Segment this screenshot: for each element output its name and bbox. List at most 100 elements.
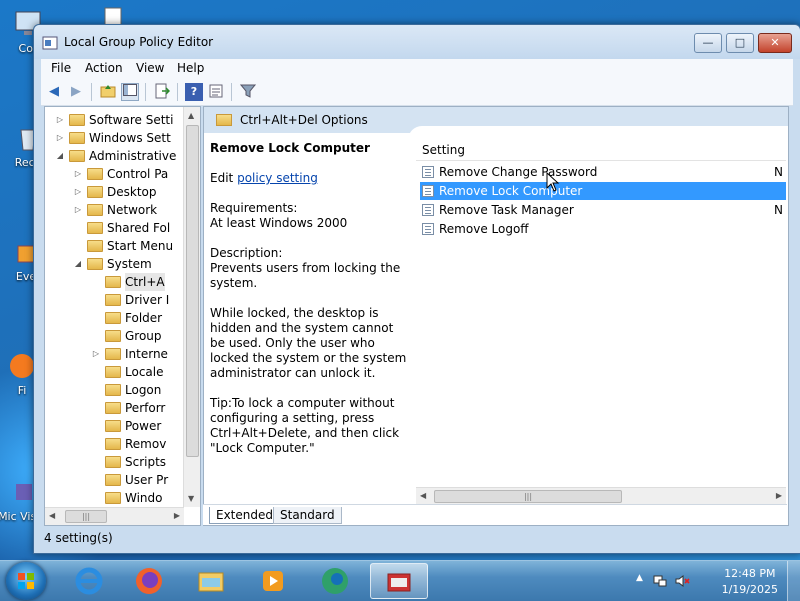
- menu-action[interactable]: Action: [85, 61, 123, 75]
- windows-logo-icon: [18, 573, 34, 589]
- policy-tree[interactable]: ▷ Software Setti ▷ Windows Sett ◢ Administrat…: [44, 106, 201, 526]
- view-tabs: Extended Standard: [203, 504, 787, 525]
- back-icon[interactable]: ◀: [45, 83, 63, 101]
- forward-icon[interactable]: ▶: [67, 83, 85, 101]
- taskbar-firefox[interactable]: [124, 563, 174, 599]
- taskbar-edge[interactable]: [310, 563, 360, 599]
- folder-icon: [105, 438, 121, 450]
- edge-icon: [322, 568, 348, 594]
- taskbar-internet-explorer[interactable]: [64, 563, 114, 599]
- folder-icon: [105, 330, 121, 342]
- show-desktop-button[interactable]: [787, 561, 800, 601]
- scroll-left-icon[interactable]: ◀: [49, 511, 55, 520]
- column-header-setting[interactable]: Setting: [422, 141, 465, 159]
- taskbar: ▲ 12:48 PM 1/19/2025: [0, 560, 800, 601]
- show-hide-tree-icon[interactable]: [121, 83, 139, 101]
- setting-row[interactable]: Remove Task Manager N: [420, 201, 786, 219]
- taskbar-media-player[interactable]: [248, 563, 298, 599]
- tree-expand-icon[interactable]: ◢: [73, 255, 83, 273]
- folder-icon: [105, 294, 121, 306]
- tree-expand-icon[interactable]: ◢: [55, 147, 65, 165]
- tree-expand-icon[interactable]: ▷: [73, 183, 83, 201]
- menu-bar: File Action View Help: [41, 59, 793, 79]
- network-icon[interactable]: [652, 573, 668, 589]
- scroll-up-icon[interactable]: ▲: [188, 111, 194, 120]
- tree-horizontal-thumb[interactable]: |||: [65, 510, 107, 523]
- tree-item-label: Control Pa: [107, 167, 169, 181]
- scroll-down-icon[interactable]: ▼: [188, 494, 194, 503]
- setting-state: N: [774, 165, 783, 179]
- menu-help[interactable]: Help: [177, 61, 204, 75]
- setting-row[interactable]: Remove Change Password N: [420, 163, 786, 181]
- policy-title: Remove Lock Computer: [210, 141, 370, 155]
- description-panel: Remove Lock Computer Edit policy setting…: [210, 141, 410, 471]
- tree-expand-icon[interactable]: ▷: [73, 201, 83, 219]
- volume-muted-icon[interactable]: [674, 573, 690, 589]
- tree-item-label: Scripts: [125, 455, 167, 469]
- up-folder-icon[interactable]: [99, 83, 117, 101]
- requirements-label: Requirements:: [210, 201, 298, 215]
- tab-standard[interactable]: Standard: [273, 507, 342, 524]
- internet-explorer-icon: [75, 567, 103, 595]
- folder-icon: [105, 402, 121, 414]
- tree-item-label: Network: [107, 203, 158, 217]
- requirements-value: At least Windows 2000: [210, 216, 348, 230]
- tree-expand-icon[interactable]: ▷: [73, 165, 83, 183]
- edit-line: Edit policy setting: [210, 171, 410, 186]
- menu-view[interactable]: View: [136, 61, 164, 75]
- toolbar-separator: [145, 83, 146, 101]
- tree-item-label: Desktop: [107, 185, 157, 199]
- setting-row[interactable]: Remove Lock Computer: [420, 182, 786, 200]
- menu-file[interactable]: File: [51, 61, 71, 75]
- clock[interactable]: 12:48 PM 1/19/2025: [722, 566, 778, 598]
- policy-setting-link[interactable]: policy setting: [237, 171, 318, 185]
- tree-horizontal-scrollbar[interactable]: ◀ ||| ▶: [45, 507, 184, 525]
- tree-expand-icon[interactable]: ▷: [55, 129, 65, 147]
- setting-row[interactable]: Remove Logoff: [420, 220, 786, 238]
- tree-item-label: Group: [125, 329, 162, 343]
- pane-header-curve: [408, 126, 788, 142]
- close-button[interactable]: ✕: [758, 33, 792, 53]
- properties-icon[interactable]: [207, 83, 225, 101]
- scroll-left-icon[interactable]: ◀: [420, 491, 426, 500]
- list-horizontal-scrollbar[interactable]: ◀ ||| ▶: [416, 487, 786, 505]
- requirements: Requirements: At least Windows 2000: [210, 201, 410, 231]
- tree-item-label: Folder: [125, 311, 163, 325]
- taskbar-group-policy-editor[interactable]: [370, 563, 428, 599]
- start-button[interactable]: [6, 562, 46, 600]
- folder-icon: [69, 150, 85, 162]
- policy-setting-icon: [422, 185, 434, 197]
- taskbar-file-explorer[interactable]: [186, 563, 236, 599]
- tree-item-label: Administrative: [89, 149, 177, 163]
- scroll-right-icon[interactable]: ▶: [776, 491, 782, 500]
- list-horizontal-thumb[interactable]: |||: [434, 490, 622, 503]
- setting-state: N: [774, 203, 783, 217]
- scroll-right-icon[interactable]: ▶: [174, 511, 180, 520]
- tree-item-label: Logon: [125, 383, 162, 397]
- tree-expand-icon[interactable]: ▷: [91, 345, 101, 363]
- minimize-button[interactable]: —: [694, 33, 722, 53]
- title-bar[interactable]: Local Group Policy Editor — □ ✕: [34, 25, 800, 59]
- folder-icon: [105, 456, 121, 468]
- description-text-1: Prevents users from locking the system.: [210, 261, 401, 290]
- toolbar: ◀ ▶ ?: [41, 79, 793, 106]
- tree-item-label: Driver I: [125, 293, 170, 307]
- tree-vertical-scrollbar[interactable]: ▲ ▼: [183, 107, 200, 507]
- policy-setting-icon: [422, 166, 434, 178]
- tree-item-label: Power: [125, 419, 162, 433]
- tree-vertical-thumb[interactable]: [186, 125, 199, 457]
- show-hidden-icons-button[interactable]: ▲: [636, 573, 643, 583]
- setting-name: Remove Task Manager: [439, 203, 574, 217]
- help-icon[interactable]: ?: [185, 83, 203, 101]
- group-policy-icon: [387, 573, 411, 592]
- mouse-cursor-icon: [546, 172, 560, 192]
- tree-item-label: System: [107, 257, 152, 271]
- filter-icon[interactable]: [239, 83, 257, 101]
- tree-item-label: Locale: [125, 365, 164, 379]
- export-list-icon[interactable]: [153, 83, 171, 101]
- toolbar-separator: [231, 83, 232, 101]
- tab-extended[interactable]: Extended: [209, 507, 280, 524]
- folder-icon: [87, 186, 103, 198]
- tree-expand-icon[interactable]: ▷: [55, 111, 65, 129]
- maximize-button[interactable]: □: [726, 33, 754, 53]
